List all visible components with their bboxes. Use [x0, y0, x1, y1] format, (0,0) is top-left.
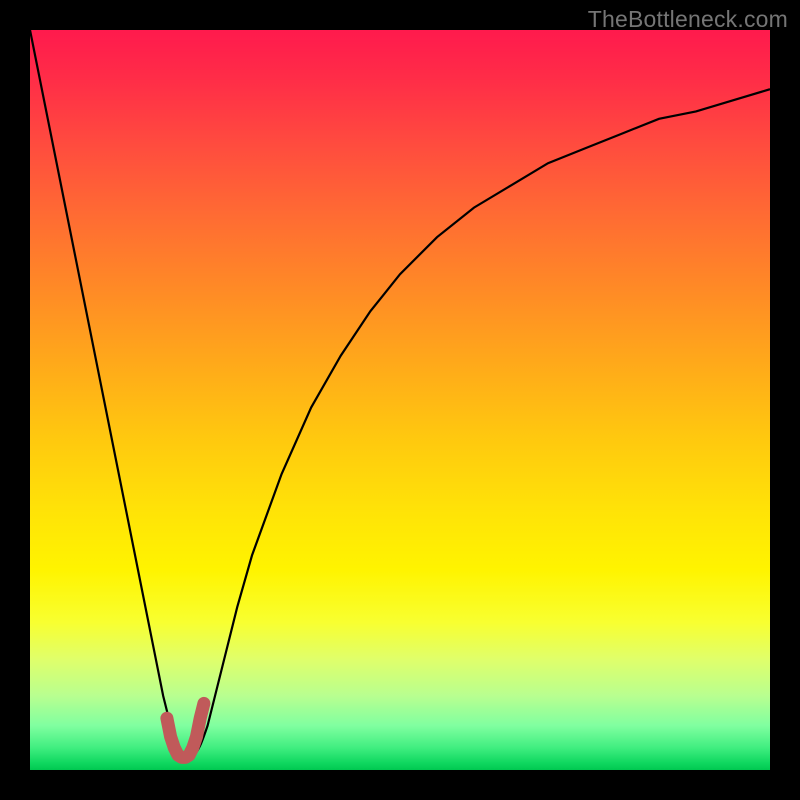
chart-svg	[30, 30, 770, 770]
bottleneck-curve	[30, 30, 770, 757]
optimal-marker	[167, 703, 204, 757]
plot-area	[30, 30, 770, 770]
watermark-text: TheBottleneck.com	[588, 6, 788, 33]
chart-frame: TheBottleneck.com	[0, 0, 800, 800]
